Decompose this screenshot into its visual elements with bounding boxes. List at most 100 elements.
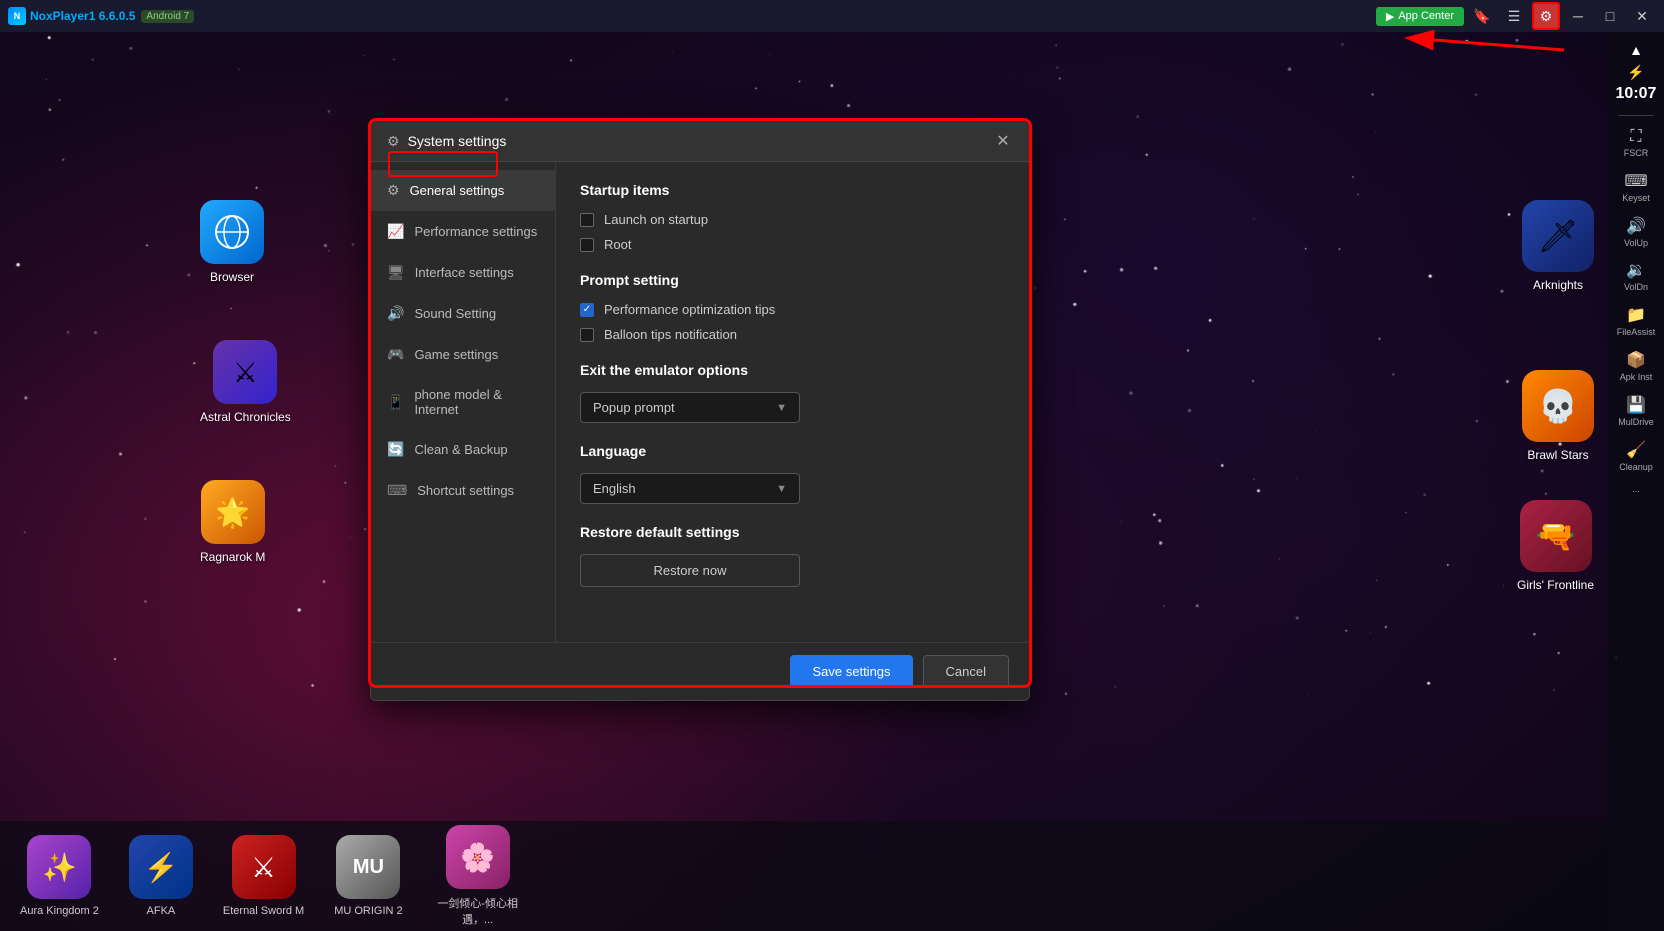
nav-item-phone[interactable]: 📱 phone model & Internet — [371, 375, 555, 429]
desktop-icon-browser[interactable]: Browser — [200, 200, 264, 284]
bottom-app-afka[interactable]: ⚡ AFKA — [129, 835, 193, 917]
exit-dropdown[interactable]: Popup prompt ▼ — [580, 392, 800, 423]
language-dropdown-value: English — [593, 481, 636, 496]
fscr-button[interactable]: ⛶ FSCR — [1614, 124, 1658, 163]
nav-item-game[interactable]: 🎮 Game settings — [371, 334, 555, 375]
dialog-titlebar-gear-icon: ⚙ — [387, 133, 400, 150]
muldrive-button[interactable]: 💾 MulDrive — [1614, 391, 1658, 432]
desktop-icon-girls-frontline[interactable]: 🔫 Girls' Frontline — [1517, 500, 1594, 592]
aura-icon: ✨ — [27, 835, 91, 899]
apkinst-icon: 📦 — [1626, 350, 1646, 370]
astral-label: Astral Chronicles — [200, 410, 291, 424]
bookmark-button[interactable]: 🔖 — [1468, 4, 1496, 28]
apkinst-button[interactable]: 📦 Apk Inst — [1614, 346, 1658, 387]
nav-item-general[interactable]: ⚙ General settings — [371, 170, 555, 211]
ragnarok-app-icon: 🌟 — [201, 480, 265, 544]
voldn-button[interactable]: 🔉 VolDn — [1614, 256, 1658, 297]
prompt-section-title: Prompt setting — [580, 272, 1005, 288]
exit-dropdown-arrow: ▼ — [776, 402, 787, 414]
sound-settings-icon: 🔊 — [387, 305, 404, 322]
app-center-label: App Center — [1398, 10, 1454, 22]
desktop-icon-arknights[interactable]: 🗡 Arknights — [1522, 200, 1594, 292]
nav-item-sound[interactable]: 🔊 Sound Setting — [371, 293, 555, 334]
save-settings-label: Save settings — [812, 664, 890, 679]
root-row: Root — [580, 237, 1005, 252]
bottom-app-mu[interactable]: MU MU ORIGIN 2 — [334, 835, 402, 917]
game-settings-label: Game settings — [414, 347, 498, 362]
interface-settings-icon: 🖥 — [387, 264, 405, 281]
sound-settings-label: Sound Setting — [414, 306, 496, 321]
bottom-app-jian[interactable]: 🌸 一剑倾心-倾心相遇，... — [433, 825, 523, 927]
app-center-button[interactable]: ▶ App Center — [1376, 7, 1464, 26]
perf-tips-label: Performance optimization tips — [604, 302, 775, 317]
astral-app-icon: ⚔ — [213, 340, 277, 404]
brawlstars-app-icon: 💀 — [1522, 370, 1594, 442]
dialog-titlebar: ⚙ System settings ✕ — [371, 121, 1029, 162]
root-checkbox[interactable] — [580, 238, 594, 252]
nox-version: NoxPlayer1 6.6.0.5 — [30, 9, 135, 23]
settings-dialog: ⚙ System settings ✕ ⚙ General settings 📈… — [370, 120, 1030, 701]
nox-logo: N NoxPlayer1 6.6.0.5 — [8, 7, 135, 25]
girls-frontline-app-icon: 🔫 — [1520, 500, 1592, 572]
cancel-button[interactable]: Cancel — [923, 655, 1009, 688]
balloon-tips-label: Balloon tips notification — [604, 327, 737, 342]
minimize-button[interactable]: ─ — [1564, 4, 1592, 28]
mu-icon: MU — [336, 835, 400, 899]
aura-label: Aura Kingdom 2 — [20, 905, 99, 917]
volup-label: VolUp — [1624, 238, 1648, 249]
afka-label: AFKA — [147, 905, 176, 917]
desktop-icon-brawlstars[interactable]: 💀 Brawl Stars — [1522, 370, 1594, 462]
volup-button[interactable]: 🔊 VolUp — [1614, 212, 1658, 253]
nav-item-clean[interactable]: 🔄 Clean & Backup — [371, 429, 555, 470]
nav-item-performance[interactable]: 📈 Performance settings — [371, 211, 555, 252]
mu-label: MU ORIGIN 2 — [334, 905, 402, 917]
interface-settings-label: Interface settings — [415, 265, 514, 280]
browser-app-icon — [200, 200, 264, 264]
apkinst-label: Apk Inst — [1620, 372, 1653, 383]
menu-button[interactable]: ☰ — [1500, 4, 1528, 28]
game-settings-icon: 🎮 — [387, 346, 404, 363]
shortcut-settings-icon: ⌨ — [387, 482, 407, 499]
save-settings-button[interactable]: Save settings — [790, 655, 912, 688]
desktop-icon-astral[interactable]: ⚔ Astral Chronicles — [200, 340, 291, 424]
more-button[interactable]: ... — [1614, 480, 1658, 499]
cleanup-button[interactable]: 🧹 Cleanup — [1614, 436, 1658, 477]
nav-item-shortcut[interactable]: ⌨ Shortcut settings — [371, 470, 555, 511]
startup-section-title: Startup items — [580, 182, 1005, 198]
restore-section-title: Restore default settings — [580, 524, 1005, 540]
exit-dropdown-value: Popup prompt — [593, 400, 675, 415]
wifi-icon: ▲ — [1629, 42, 1643, 58]
launch-startup-checkbox[interactable] — [580, 213, 594, 227]
shortcut-settings-label: Shortcut settings — [417, 483, 514, 498]
performance-settings-label: Performance settings — [414, 224, 537, 239]
cleanup-label: Cleanup — [1619, 462, 1653, 473]
balloon-tips-checkbox[interactable] — [580, 328, 594, 342]
language-section: Language English ▼ — [580, 443, 1005, 504]
language-dropdown[interactable]: English ▼ — [580, 473, 800, 504]
bottom-app-aura[interactable]: ✨ Aura Kingdom 2 — [20, 835, 99, 917]
right-sidebar: ▲ ⚡ 10:07 ⛶ FSCR ⌨ Keyset 🔊 VolUp 🔉 VolD… — [1608, 32, 1664, 931]
restore-now-button[interactable]: Restore now — [580, 554, 800, 587]
eternal-icon: ⚔ — [232, 835, 296, 899]
perf-tips-checkbox[interactable] — [580, 303, 594, 317]
startup-section: Startup items Launch on startup Root — [580, 182, 1005, 252]
bottom-app-eternal[interactable]: ⚔ Eternal Sword M — [223, 835, 304, 917]
nav-item-interface[interactable]: 🖥 Interface settings — [371, 252, 555, 293]
brawlstars-label: Brawl Stars — [1527, 448, 1588, 462]
more-label: ... — [1632, 484, 1640, 495]
close-button[interactable]: ✕ — [1628, 4, 1656, 28]
keyset-icon: ⌨ — [1624, 171, 1647, 191]
launch-startup-row: Launch on startup — [580, 212, 1005, 227]
muldrive-label: MulDrive — [1618, 417, 1654, 428]
sidebar-divider-1 — [1618, 115, 1654, 116]
dialog-close-button[interactable]: ✕ — [993, 131, 1013, 151]
afka-icon: ⚡ — [129, 835, 193, 899]
ragnarok-label: Ragnarok M — [200, 550, 265, 564]
keyset-button[interactable]: ⌨ Keyset — [1614, 167, 1658, 208]
dialog-body: ⚙ General settings 📈 Performance setting… — [371, 162, 1029, 642]
settings-gear-button[interactable]: ⚙ — [1532, 4, 1560, 28]
desktop-icon-ragnarok[interactable]: 🌟 Ragnarok M — [200, 480, 265, 564]
maximize-button[interactable]: □ — [1596, 4, 1624, 28]
general-settings-icon: ⚙ — [387, 182, 400, 199]
fileassist-button[interactable]: 📁 FileAssist — [1614, 301, 1658, 342]
